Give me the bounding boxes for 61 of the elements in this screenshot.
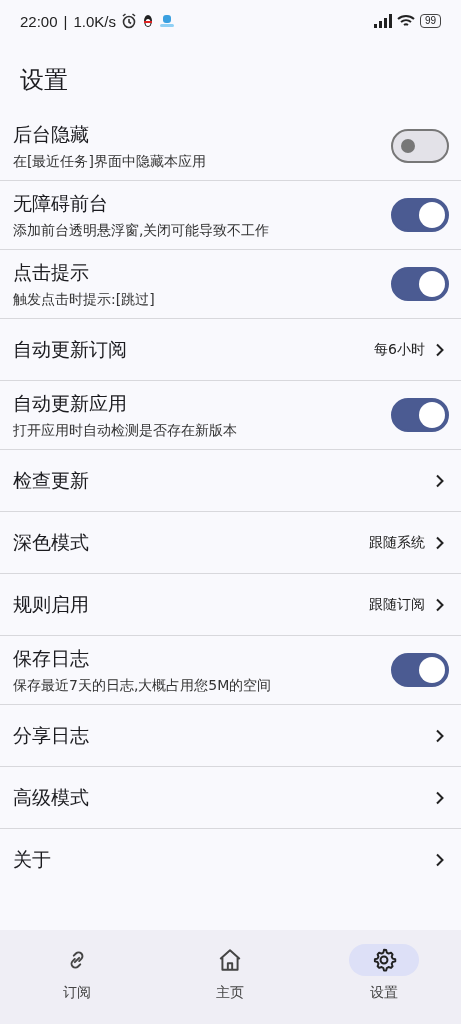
setting-title: 点击提示 — [13, 259, 90, 285]
alarm-icon — [121, 13, 137, 29]
setting-description: 触发点击时提示:[跳过] — [13, 290, 156, 309]
page-title: 设置 — [19, 65, 69, 96]
chevron-right-icon — [435, 852, 445, 867]
setting-title: 分享日志 — [13, 722, 90, 748]
setting-title: 无障碍前台 — [13, 190, 109, 216]
settings-row[interactable]: 点击提示 触发点击时提示:[跳过] — [0, 250, 461, 319]
settings-row[interactable]: 关于 — [0, 829, 461, 890]
settings-row[interactable]: 自动更新订阅 每6小时 — [0, 319, 461, 381]
toggle-switch[interactable] — [391, 398, 449, 432]
nav-tab[interactable]: 主页 — [180, 944, 281, 1002]
nav-label: 订阅 — [62, 984, 91, 1002]
app-notification-icon — [159, 14, 175, 28]
setting-description: 添加前台透明悬浮窗,关闭可能导致不工作 — [13, 221, 271, 240]
toggle-switch[interactable] — [391, 653, 449, 687]
settings-row[interactable]: 高级模式 — [0, 767, 461, 829]
setting-description: 打开应用时自动检测是否存在新版本 — [13, 421, 238, 440]
nav-tab[interactable]: 设置 — [334, 944, 435, 1002]
toggle-switch[interactable] — [391, 267, 449, 301]
chevron-right-icon — [435, 342, 445, 357]
setting-title: 自动更新订阅 — [13, 336, 128, 362]
signal-icon — [371, 14, 392, 28]
battery-indicator: 99 — [419, 14, 441, 28]
settings-row[interactable]: 保存日志 保存最近7天的日志,大概占用您5M的空间 — [0, 636, 461, 705]
wifi-icon — [396, 14, 415, 28]
status-time: 22:00 — [20, 12, 58, 30]
setting-title: 保存日志 — [13, 645, 90, 671]
settings-row[interactable]: 后台隐藏 在[最近任务]界面中隐藏本应用 — [0, 112, 461, 181]
setting-value: 每6小时 — [374, 340, 425, 359]
setting-title: 自动更新应用 — [13, 390, 128, 416]
setting-title: 后台隐藏 — [13, 121, 90, 147]
setting-title: 关于 — [13, 846, 52, 872]
chevron-right-icon — [435, 535, 445, 550]
settings-row[interactable]: 规则启用 跟随订阅 — [0, 574, 461, 636]
status-separator: | — [63, 12, 68, 30]
settings-icon — [371, 947, 398, 973]
toggle-switch[interactable] — [391, 129, 449, 163]
chevron-right-icon — [435, 790, 445, 805]
penguin-icon — [142, 14, 154, 28]
setting-value: 跟随系统 — [369, 533, 425, 552]
chevron-right-icon — [435, 473, 445, 488]
settings-row[interactable]: 检查更新 — [0, 450, 461, 512]
nav-tab[interactable]: 订阅 — [26, 944, 127, 1002]
settings-row[interactable]: 无障碍前台 添加前台透明悬浮窗,关闭可能导致不工作 — [0, 181, 461, 250]
chevron-right-icon — [435, 728, 445, 743]
setting-title: 高级模式 — [13, 784, 90, 810]
network-speed: 1.0K/s — [73, 12, 116, 30]
settings-row[interactable]: 自动更新应用 打开应用时自动检测是否存在新版本 — [0, 381, 461, 450]
setting-description: 保存最近7天的日志,大概占用您5M的空间 — [13, 676, 273, 695]
toggle-switch[interactable] — [391, 198, 449, 232]
settings-row[interactable]: 深色模式 跟随系统 — [0, 512, 461, 574]
setting-value: 跟随订阅 — [369, 595, 425, 614]
setting-title: 规则启用 — [13, 591, 90, 617]
setting-title: 深色模式 — [13, 529, 90, 555]
nav-label: 主页 — [216, 984, 245, 1002]
nav-label: 设置 — [370, 984, 399, 1002]
settings-row[interactable]: 分享日志 — [0, 705, 461, 767]
setting-description: 在[最近任务]界面中隐藏本应用 — [13, 152, 207, 171]
chevron-right-icon — [435, 597, 445, 612]
setting-title: 检查更新 — [13, 467, 90, 493]
